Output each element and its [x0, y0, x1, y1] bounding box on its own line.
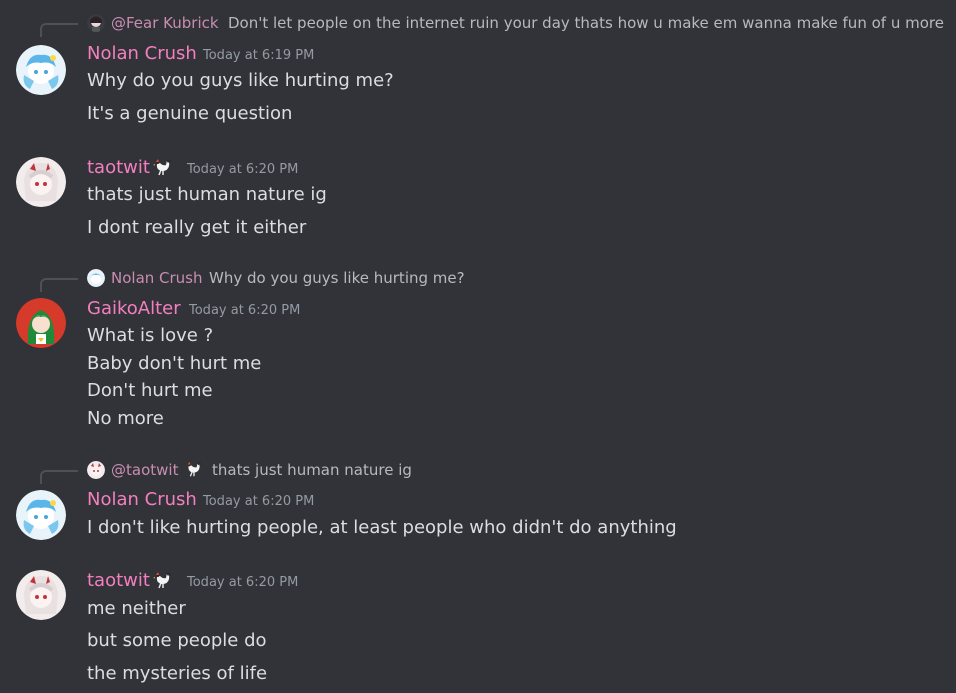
reply-avatar	[87, 461, 105, 479]
username[interactable]: Nolan Crush	[87, 43, 197, 64]
username[interactable]: GaikoAlter	[87, 298, 181, 319]
reply-preview[interactable]: Nolan Crush Why do you guys like hurting…	[0, 268, 470, 292]
reply-text[interactable]: thats just human nature ig	[212, 461, 412, 479]
reply-text[interactable]: Don't let people on the internet ruin yo…	[228, 14, 944, 32]
avatar[interactable]	[16, 490, 66, 540]
timestamp: Today at 6:19 PM	[203, 48, 315, 63]
message-line: No more	[87, 408, 164, 429]
reply-preview[interactable]: @Fear Kubrick Don't let people on the in…	[0, 13, 944, 37]
timestamp: Today at 6:20 PM	[189, 303, 301, 318]
reply-avatar	[87, 269, 105, 287]
username[interactable]: taotwit	[87, 570, 150, 591]
message-line: Why do you guys like hurting me?	[87, 70, 394, 91]
avatar[interactable]	[16, 570, 66, 620]
message-line: I dont really get it either	[87, 217, 307, 238]
message-line: Baby don't hurt me	[87, 353, 262, 374]
message-line: I don't like hurting people, at least pe…	[87, 517, 677, 538]
username[interactable]: Nolan Crush	[87, 489, 197, 510]
avatar[interactable]	[16, 45, 66, 95]
reply-spine	[40, 23, 78, 37]
reply-username[interactable]: @Fear Kubrick	[111, 14, 219, 32]
timestamp: Today at 6:20 PM	[203, 494, 315, 509]
rooster-icon	[153, 157, 173, 177]
rooster-icon	[153, 570, 173, 590]
rooster-icon	[185, 460, 203, 478]
message-line: me neither	[87, 598, 186, 619]
reply-username[interactable]: Nolan Crush	[111, 269, 203, 287]
avatar[interactable]	[16, 298, 66, 348]
message-line: It's a genuine question	[87, 103, 293, 124]
message-line: but some people do	[87, 630, 267, 651]
username[interactable]: taotwit	[87, 157, 150, 178]
reply-spine	[40, 278, 78, 292]
reply-text[interactable]: Why do you guys like hurting me?	[209, 269, 465, 287]
timestamp: Today at 6:20 PM	[187, 162, 299, 177]
timestamp: Today at 6:20 PM	[187, 575, 299, 590]
reply-username[interactable]: @taotwit	[111, 461, 178, 479]
message-line: the mysteries of life	[87, 663, 268, 684]
reply-avatar	[87, 14, 105, 32]
message-line: thats just human nature ig	[87, 184, 327, 205]
avatar[interactable]	[16, 157, 66, 207]
reply-spine	[40, 470, 78, 484]
reply-preview[interactable]: @taotwit thats just human nature ig	[0, 460, 420, 484]
message-line: What is love ?	[87, 325, 214, 346]
message-line: Don't hurt me	[87, 380, 213, 401]
